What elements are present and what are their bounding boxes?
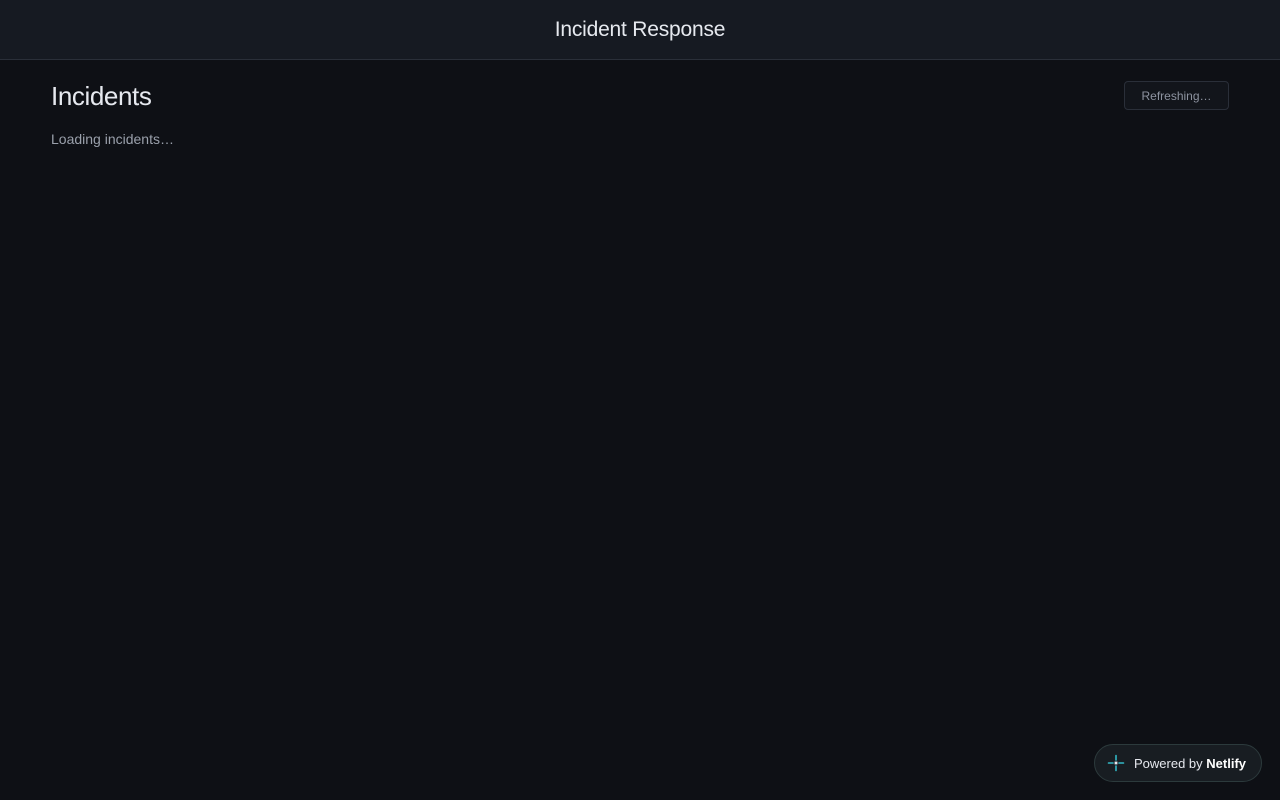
loading-status: Loading incidents… — [51, 131, 174, 147]
app-title: Incident Response — [554, 17, 726, 41]
netlify-badge[interactable]: Powered by Netlify — [1094, 744, 1262, 782]
badge-brand: Netlify — [1206, 755, 1247, 771]
page-title: Incidents — [51, 81, 152, 111]
top-bar: Incident Response — [0, 0, 1280, 60]
badge-prefix: Powered by — [1134, 755, 1203, 771]
netlify-icon — [1107, 754, 1125, 772]
refresh-button[interactable]: Refreshing… — [1124, 81, 1229, 110]
heading-row: Incidents Refreshing… — [51, 60, 1229, 130]
main-content: Incidents Refreshing… Loading incidents… — [51, 60, 1229, 147]
badge-text: Powered by Netlify — [1134, 756, 1246, 771]
